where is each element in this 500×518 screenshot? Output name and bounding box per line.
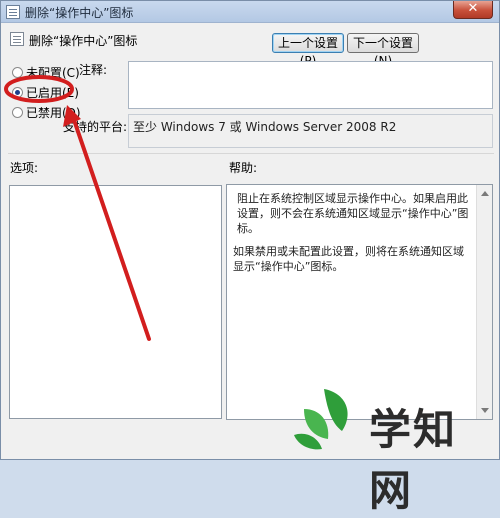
policy-dialog-window: 删除“操作中心”图标 ✕ 删除“操作中心”图标 上一个设置(P) 下一个设置(N… <box>0 0 500 515</box>
policy-doc-icon <box>10 32 24 46</box>
radio-button-icon[interactable] <box>12 67 23 78</box>
radio-enabled[interactable]: 已启用(E) <box>12 84 79 100</box>
supported-platform-value: 至少 Windows 7 或 Windows Server 2008 R2 <box>128 114 493 148</box>
previous-setting-button[interactable]: 上一个设置(P) <box>272 33 344 68</box>
radio-label: 未配置(C) <box>26 66 80 80</box>
help-paragraph: 阻止在系统控制区域显示操作中心。如果启用此设置，则不会在系统通知区域显示“操作中… <box>237 192 469 235</box>
radio-button-icon[interactable] <box>12 107 23 118</box>
watermark-text: 学知网 <box>369 405 458 515</box>
help-paragraph: 如果禁用或未配置此设置，则将在系统通知区域显示“操作中心”图标。 <box>233 245 464 273</box>
leaf-logo-icon <box>294 389 348 450</box>
supported-platform-label: 支持的平台: <box>63 120 128 134</box>
radio-label: 已启用(E) <box>26 86 79 100</box>
close-button[interactable]: ✕ <box>453 1 493 19</box>
help-scrollbar[interactable] <box>476 185 492 419</box>
options-pane <box>9 185 222 419</box>
comment-textarea[interactable] <box>128 61 493 109</box>
options-label: 选项: <box>10 161 39 175</box>
radio-not-configured[interactable]: 未配置(C) <box>12 64 80 80</box>
radio-button-checked-icon[interactable] <box>12 87 23 98</box>
policy-name-heading: 删除“操作中心”图标 <box>29 34 138 48</box>
help-label: 帮助: <box>229 161 258 175</box>
next-setting-button[interactable]: 下一个设置(N) <box>347 33 419 68</box>
title-bar[interactable]: 删除“操作中心”图标 ✕ <box>1 1 499 23</box>
window-title: 删除“操作中心”图标 <box>25 6 134 20</box>
section-divider <box>8 153 494 154</box>
comment-label: 注释: <box>79 63 108 77</box>
policy-doc-icon <box>6 5 20 19</box>
